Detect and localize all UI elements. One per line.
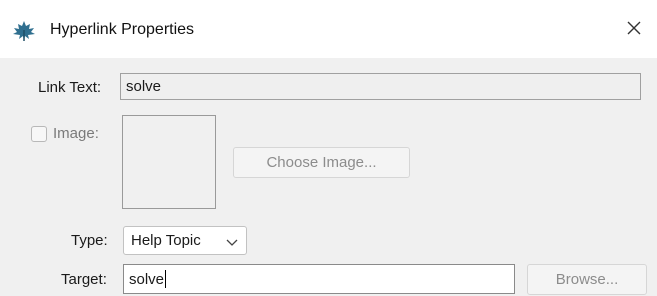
link-text-label: Link Text: bbox=[38, 79, 102, 96]
type-select-value: Help Topic bbox=[131, 232, 201, 249]
type-label: Type: bbox=[71, 232, 108, 249]
choose-image-label: Choose Image... bbox=[266, 154, 377, 171]
browse-label: Browse... bbox=[555, 271, 619, 288]
image-checkbox-label: Image: bbox=[53, 125, 99, 142]
image-preview bbox=[122, 115, 216, 209]
title-bar: Hyperlink Properties bbox=[0, 0, 657, 58]
chevron-down-icon bbox=[226, 235, 238, 252]
link-text-field[interactable]: solve bbox=[120, 73, 641, 100]
link-text-value: solve bbox=[126, 78, 162, 95]
window-title: Hyperlink Properties bbox=[50, 21, 195, 38]
image-checkbox[interactable] bbox=[31, 126, 47, 142]
target-value: solve bbox=[129, 270, 165, 288]
text-cursor bbox=[165, 270, 167, 288]
close-icon bbox=[626, 20, 642, 40]
type-select[interactable]: Help Topic bbox=[123, 226, 247, 255]
close-button[interactable] bbox=[618, 14, 650, 46]
choose-image-button[interactable]: Choose Image... bbox=[233, 147, 410, 178]
maple-leaf-icon bbox=[12, 20, 36, 42]
target-label: Target: bbox=[61, 271, 107, 288]
browse-button[interactable]: Browse... bbox=[527, 264, 647, 295]
target-input[interactable]: solve bbox=[123, 264, 515, 294]
